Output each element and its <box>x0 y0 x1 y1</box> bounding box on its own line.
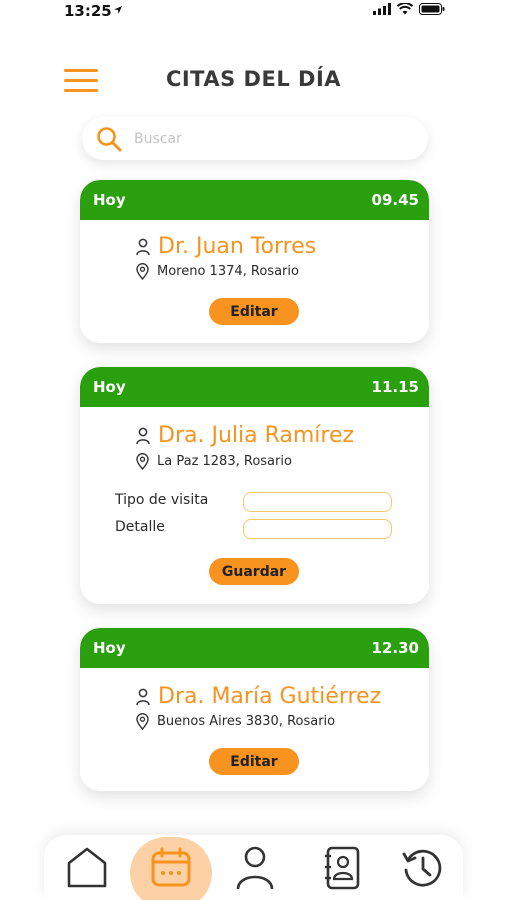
address-text: Moreno 1374, Rosario <box>157 264 299 279</box>
appointment-day: Hoy <box>93 191 126 209</box>
doctor-row: Dra. Julia Ramírez <box>136 423 354 448</box>
detail-input[interactable] <box>243 519 392 539</box>
address-text: Buenos Aires 3830, Rosario <box>157 714 336 729</box>
search-bar[interactable] <box>82 117 428 160</box>
wifi-icon <box>397 3 413 15</box>
nav-history[interactable] <box>396 835 450 900</box>
location-arrow-icon <box>114 6 122 14</box>
search-icon <box>97 126 122 151</box>
doctor-name: Dra. Julia Ramírez <box>158 423 355 448</box>
battery-icon <box>419 3 445 15</box>
appointment-day: Hoy <box>93 378 126 396</box>
nav-contacts[interactable] <box>316 835 370 900</box>
appointment-time: 09.45 <box>371 191 419 209</box>
appointment-card: Hoy 09.45 Dr. Juan Torres Moreno 1374, R… <box>80 180 429 343</box>
location-pin-icon <box>136 713 149 730</box>
nav-calendar[interactable] <box>144 835 198 900</box>
signal-icon <box>373 3 391 15</box>
bottom-nav <box>44 835 463 900</box>
page-title: CITAS DEL DÍA <box>165 67 342 91</box>
status-icons <box>373 3 445 15</box>
doctor-name: Dra. María Gutiérrez <box>158 684 382 709</box>
home-icon <box>67 847 107 887</box>
address-row: La Paz 1283, Rosario <box>136 453 292 470</box>
appointment-time: 12.30 <box>371 639 419 657</box>
history-icon <box>402 849 442 887</box>
detail-label: Detalle <box>115 519 165 535</box>
calendar-icon <box>151 847 191 886</box>
doctor-row: Dra. María Gutiérrez <box>136 684 381 709</box>
nav-profile[interactable] <box>228 835 282 900</box>
appointment-time: 11.15 <box>371 378 419 396</box>
doctor-name: Dr. Juan Torres <box>158 234 317 259</box>
person-icon <box>136 688 150 705</box>
address-row: Buenos Aires 3830, Rosario <box>136 713 335 730</box>
appointment-card: Hoy 12.30 Dra. María Gutiérrez Buenos Ai… <box>80 628 429 791</box>
status-time: 13:25 <box>64 2 112 20</box>
location-pin-icon <box>136 453 149 470</box>
user-icon <box>236 846 274 889</box>
doctor-row: Dr. Juan Torres <box>136 234 316 259</box>
nav-home[interactable] <box>60 835 114 900</box>
appointment-day: Hoy <box>93 639 126 657</box>
edit-button[interactable]: Editar <box>209 298 299 325</box>
visit-type-input[interactable] <box>243 492 392 512</box>
edit-button[interactable]: Editar <box>209 748 299 775</box>
card-header: Hoy 09.45 <box>80 180 429 220</box>
person-icon <box>136 238 150 255</box>
person-icon <box>136 427 150 444</box>
status-bar: 13:25 <box>0 0 507 24</box>
contacts-icon <box>325 846 360 889</box>
card-header: Hoy 12.30 <box>80 628 429 668</box>
card-header: Hoy 11.15 <box>80 367 429 407</box>
visit-type-label: Tipo de visita <box>115 492 209 508</box>
appointment-card: Hoy 11.15 Dra. Julia Ramírez La Paz 1283… <box>80 367 429 604</box>
search-input[interactable] <box>134 130 394 147</box>
address-row: Moreno 1374, Rosario <box>136 263 299 280</box>
location-pin-icon <box>136 263 149 280</box>
address-text: La Paz 1283, Rosario <box>157 454 292 469</box>
save-button[interactable]: Guardar <box>209 558 299 585</box>
